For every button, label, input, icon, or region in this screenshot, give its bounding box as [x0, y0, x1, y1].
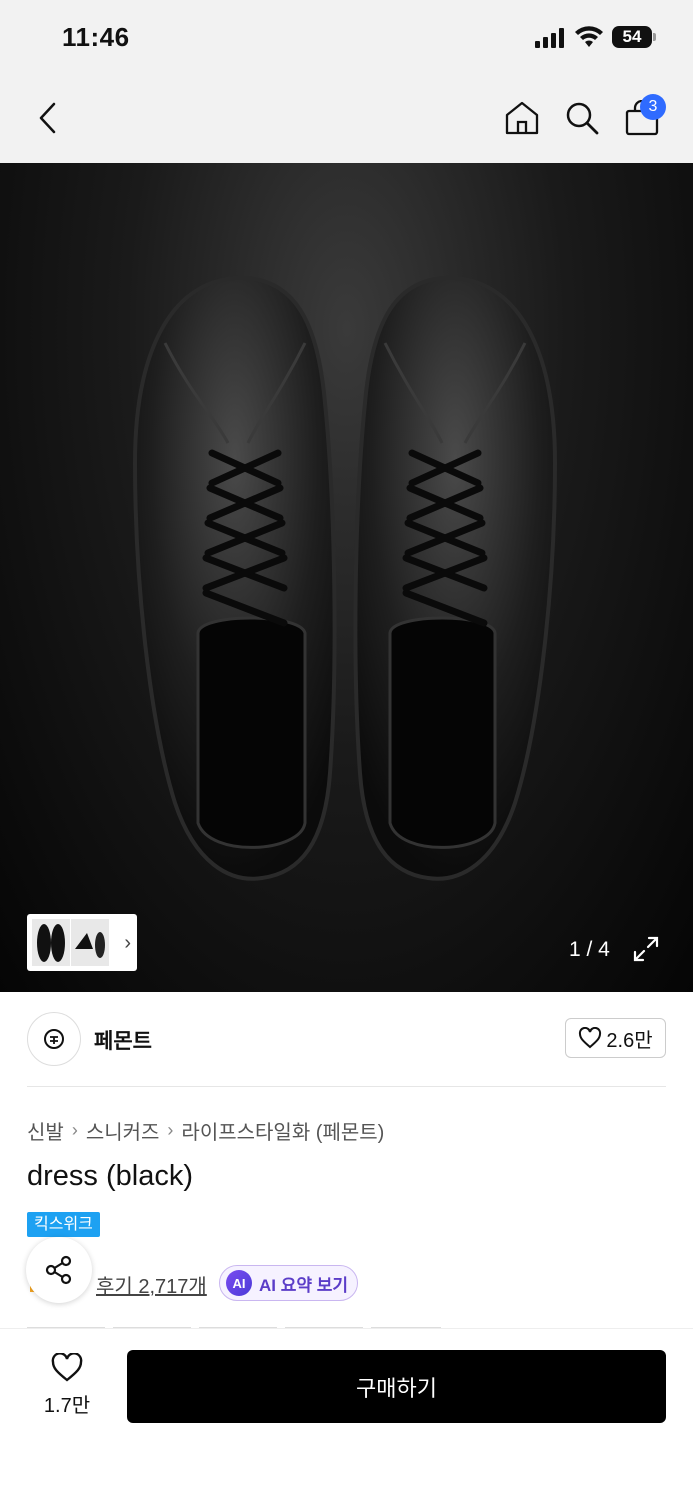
- ai-summary-label: AI 요약 보기: [259, 1275, 349, 1295]
- share-button[interactable]: [26, 1237, 92, 1303]
- buy-button[interactable]: 구매하기: [127, 1350, 666, 1423]
- battery-level: 54: [622, 27, 642, 46]
- status-time: 11:46: [62, 22, 130, 52]
- wifi-icon: [575, 26, 603, 47]
- breadcrumb-item-sneakers[interactable]: 스니커즈: [86, 1116, 160, 1145]
- chevron-right-icon: ›: [167, 1120, 174, 1140]
- status-bar: 11:46 54: [0, 0, 693, 78]
- home-button[interactable]: [500, 96, 544, 140]
- chevron-left-icon: [39, 102, 56, 134]
- like-count: 1.7만: [43, 1395, 91, 1417]
- top-nav-bar: [0, 78, 693, 163]
- chevron-right-icon: ›: [124, 932, 131, 954]
- divider: [27, 1086, 666, 1087]
- brand-logo[interactable]: [27, 1012, 81, 1066]
- chevron-right-icon: ›: [71, 1120, 78, 1140]
- thumbnail-strip[interactable]: ›: [27, 914, 137, 971]
- ai-summary-button[interactable]: AI AI 요약 보기: [219, 1265, 358, 1301]
- like-button[interactable]: 1.7만: [28, 1353, 106, 1423]
- signal-icon: [535, 28, 564, 48]
- breadcrumb-item-lifestyle[interactable]: 라이프스타일화 (페몬트): [181, 1116, 384, 1145]
- heart-icon: [579, 1027, 602, 1049]
- brand-favorite-button[interactable]: 2.6만: [565, 1018, 666, 1058]
- heart-icon: [51, 1353, 83, 1382]
- thumbnail-1[interactable]: [32, 919, 70, 966]
- battery-icon: 54: [612, 26, 656, 48]
- ai-icon: AI: [226, 1270, 252, 1296]
- expand-icon[interactable]: [632, 935, 660, 963]
- cart-count-badge: 3: [640, 94, 666, 120]
- product-photo: [132, 275, 558, 881]
- share-icon: [45, 1255, 72, 1285]
- brand-favorite-count: 2.6만: [606, 1029, 653, 1052]
- breadcrumb-item-shoes[interactable]: 신발: [27, 1116, 64, 1145]
- breadcrumb: 신발 › 스니커즈 › 라이프스타일화 (페몬트): [27, 1116, 384, 1145]
- product-title: dress (black): [27, 1160, 193, 1192]
- product-image-gallery[interactable]: › 1 / 4: [0, 163, 693, 992]
- home-icon: [505, 101, 539, 135]
- brand-name[interactable]: 페몬트: [94, 1025, 152, 1055]
- search-button[interactable]: [560, 96, 604, 140]
- bottom-purchase-bar: 1.7만 구매하기: [0, 1328, 693, 1500]
- review-count-link[interactable]: 후기 2,717개: [96, 1270, 207, 1299]
- search-icon: [566, 102, 599, 135]
- image-page-counter: 1 / 4: [569, 938, 610, 961]
- event-tag-badge: 킥스위크: [27, 1212, 100, 1237]
- back-button[interactable]: [26, 96, 70, 140]
- brand-logo-icon: [44, 1029, 64, 1049]
- thumbnail-2[interactable]: [71, 919, 109, 966]
